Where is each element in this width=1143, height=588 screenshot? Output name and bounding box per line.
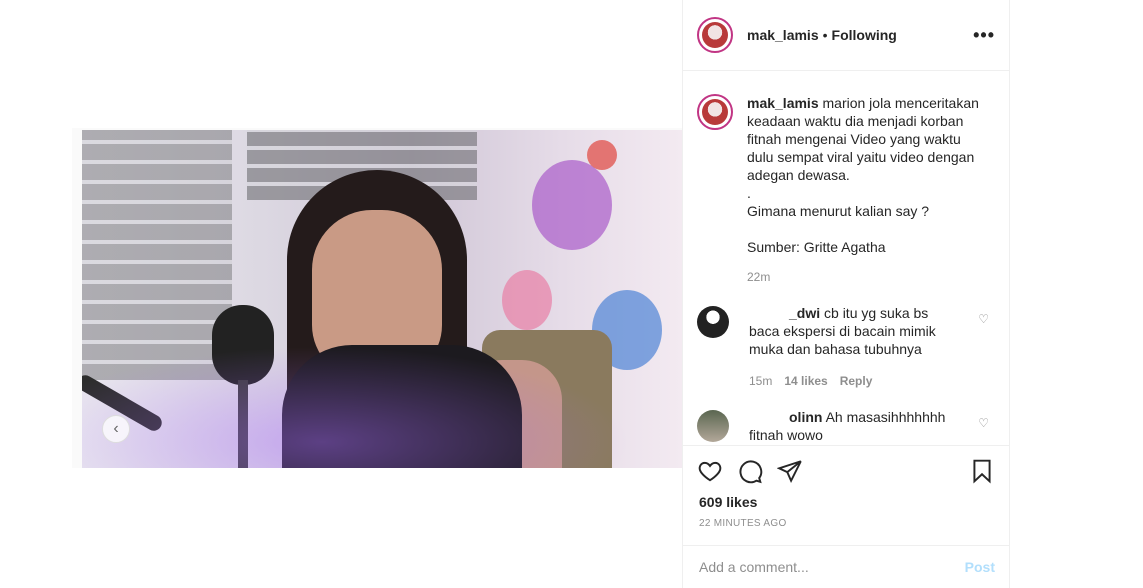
video-frame[interactable]: ‹ xyxy=(82,130,682,468)
caption: mak_lamis marion jola menceritakan keada… xyxy=(683,72,1009,286)
following-button[interactable]: Following xyxy=(832,27,897,43)
comment-item: _dwi cb itu yg suka bs baca ekspersi di … xyxy=(683,286,1009,390)
comment-input[interactable] xyxy=(697,558,965,576)
comment-time[interactable]: 15m xyxy=(749,372,772,390)
header-separator: • xyxy=(822,27,828,43)
avatar-image xyxy=(702,99,728,125)
comment-username[interactable]: olinn xyxy=(749,409,822,425)
handprint-purple xyxy=(532,160,612,250)
caption-avatar[interactable] xyxy=(697,94,733,130)
comment-avatar[interactable] xyxy=(697,306,729,338)
caption-body: mak_lamis marion jola menceritakan keada… xyxy=(747,94,987,286)
previous-slide-button[interactable]: ‹ xyxy=(102,415,130,443)
add-comment-bar: Post xyxy=(683,545,1009,588)
comment-like-icon[interactable]: ♡ xyxy=(978,312,989,326)
comment-like-icon[interactable]: ♡ xyxy=(978,416,989,430)
share-icon[interactable] xyxy=(777,458,803,484)
header-username[interactable]: mak_lamis xyxy=(747,27,819,43)
bookmark-icon[interactable] xyxy=(969,458,995,484)
comment-meta: 15m 14 likes Reply xyxy=(749,372,959,390)
light-glow xyxy=(82,330,682,468)
likes-count[interactable]: 609 likes xyxy=(683,484,1009,510)
post-panel: mak_lamis • Following ••• mak_lamis marion… xyxy=(682,0,1010,588)
header-text: mak_lamis • Following xyxy=(747,27,897,43)
media-area: ‹ xyxy=(72,0,682,588)
handprint-red xyxy=(587,140,617,170)
comment-item: olinn Ah masasihhhhhhh fitnah wowo ♡ xyxy=(683,390,1009,444)
caption-time[interactable]: 22m xyxy=(747,268,987,286)
post-header: mak_lamis • Following ••• xyxy=(683,0,1009,71)
avatar[interactable] xyxy=(697,17,733,53)
caption-username[interactable]: mak_lamis xyxy=(747,95,819,111)
post-button[interactable]: Post xyxy=(965,559,995,575)
action-row xyxy=(683,446,1009,484)
comment-body: olinn Ah masasihhhhhhh fitnah wowo xyxy=(749,408,959,444)
more-options-icon[interactable]: ••• xyxy=(973,25,995,46)
media-bottom-area xyxy=(72,468,682,588)
caption-text: marion jola menceritakan keadaan waktu d… xyxy=(747,95,979,255)
comment-body: _dwi cb itu yg suka bs baca ekspersi di … xyxy=(749,304,959,390)
handprint-pink xyxy=(502,270,552,330)
comment-likes[interactable]: 14 likes xyxy=(784,372,827,390)
chevron-left-icon: ‹ xyxy=(113,420,119,437)
media-top-area xyxy=(72,0,682,128)
heart-icon[interactable] xyxy=(697,458,723,484)
post-actions: 609 likes 22 MINUTES AGO xyxy=(683,445,1009,546)
avatar-image xyxy=(702,22,728,48)
comment-username[interactable]: _dwi xyxy=(749,305,820,321)
comment-icon[interactable] xyxy=(737,458,763,484)
comments-list[interactable]: mak_lamis marion jola menceritakan keada… xyxy=(683,72,1009,445)
comment-avatar[interactable] xyxy=(697,410,729,442)
reply-button[interactable]: Reply xyxy=(840,372,873,390)
post-timestamp[interactable]: 22 MINUTES AGO xyxy=(683,510,1009,529)
